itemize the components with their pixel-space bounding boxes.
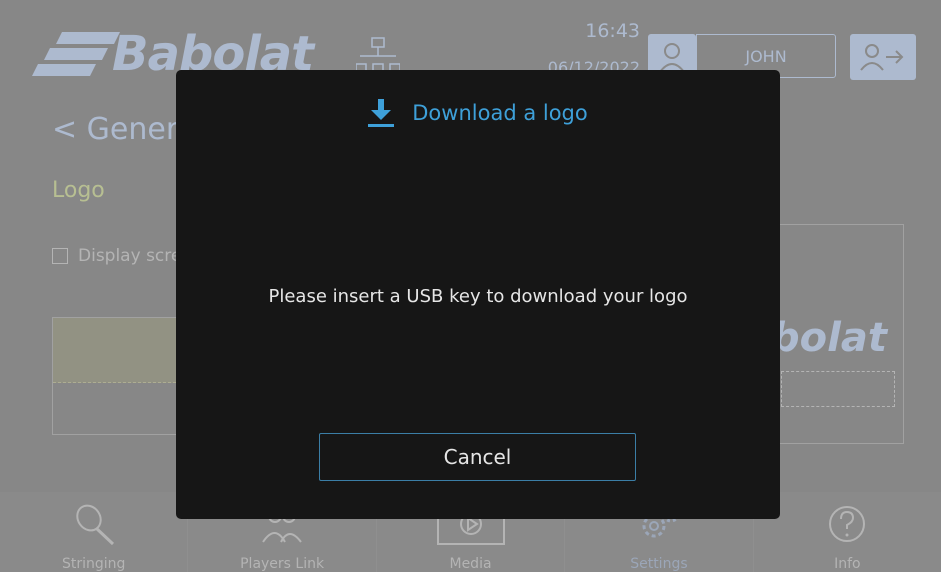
download-icon bbox=[368, 99, 395, 127]
cancel-button[interactable]: Cancel bbox=[319, 433, 636, 481]
app-screen: Babolat 16:43 06/12/2022 JOHN < General … bbox=[0, 0, 941, 572]
download-logo-dialog: Download a logo Please insert a USB key … bbox=[176, 70, 780, 519]
dialog-header: Download a logo bbox=[176, 98, 780, 128]
dialog-title: Download a logo bbox=[412, 101, 588, 125]
dialog-message: Please insert a USB key to download your… bbox=[268, 286, 688, 307]
